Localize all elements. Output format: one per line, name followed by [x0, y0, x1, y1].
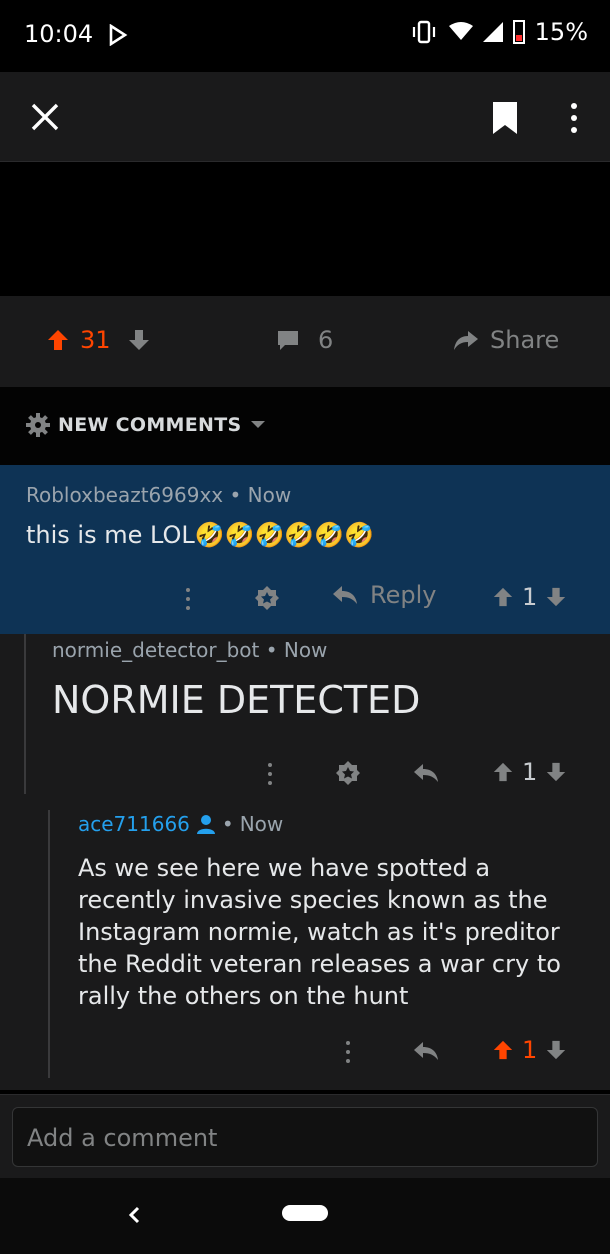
- comment-time: Now: [247, 483, 292, 507]
- comments-count: 6: [318, 326, 334, 354]
- more-vert-icon[interactable]: [562, 100, 586, 136]
- post-vote: 31: [46, 326, 151, 354]
- comment-meta: Robloxbeazt6969xx • Now: [26, 483, 291, 507]
- share-button[interactable]: Share: [452, 326, 559, 354]
- comment-thread: normie_detector_bot • Now NORMIE DETECTE…: [0, 634, 610, 1090]
- more-vert-icon[interactable]: [342, 1038, 354, 1066]
- sort-bar: NEW COMMENTS: [0, 387, 610, 465]
- sort-label: NEW COMMENTS: [58, 414, 242, 436]
- comment-vote: 1: [492, 1036, 567, 1064]
- status-bar: 10:04 15%: [0, 0, 610, 72]
- reply-icon[interactable]: [413, 1040, 439, 1062]
- wifi-icon: [448, 22, 473, 40]
- app-bar: [0, 72, 610, 162]
- comment-author[interactable]: normie_detector_bot: [52, 638, 259, 662]
- comment-actions: Reply 1: [0, 579, 610, 619]
- meta-separator: •: [221, 812, 234, 836]
- downvote-icon[interactable]: [545, 1039, 567, 1061]
- vibrate-icon: [412, 20, 435, 44]
- reply-button[interactable]: Reply: [332, 581, 436, 609]
- downvote-icon[interactable]: [545, 586, 567, 608]
- award-icon[interactable]: [335, 760, 361, 786]
- more-vert-icon[interactable]: [182, 585, 194, 613]
- upvote-icon[interactable]: [492, 586, 514, 608]
- bookmark-icon[interactable]: [490, 100, 520, 136]
- upvote-icon[interactable]: [46, 328, 70, 352]
- reply-label: Reply: [370, 581, 437, 609]
- downvote-icon[interactable]: [545, 761, 567, 783]
- meta-separator: •: [265, 638, 284, 662]
- comment-vote: 1: [492, 758, 567, 786]
- status-time: 10:04: [24, 20, 94, 48]
- comment-author[interactable]: ace711666: [78, 812, 190, 836]
- upvote-icon[interactable]: [492, 761, 514, 783]
- comment-composer: Add a comment: [0, 1094, 610, 1178]
- sort-dropdown[interactable]: NEW COMMENTS: [26, 413, 266, 437]
- comment-body: As we see here we have spotted a recentl…: [78, 854, 561, 1010]
- comment-author[interactable]: Robloxbeazt6969xx: [26, 483, 223, 507]
- comment-vote: 1: [492, 583, 567, 611]
- comment-meta: ace711666 • Now: [78, 812, 283, 836]
- signal-icon: [482, 22, 503, 42]
- system-nav-bar: [0, 1178, 610, 1254]
- post-media[interactable]: [0, 163, 610, 296]
- comment-highlighted: Robloxbeazt6969xx • Now this is me LOL🤣🤣…: [0, 465, 610, 634]
- comment-actions: 1: [0, 1032, 610, 1072]
- battery-level: 15%: [534, 18, 588, 46]
- post-actions: 31 6 Share: [0, 296, 610, 387]
- close-icon[interactable]: [28, 100, 62, 134]
- comment-icon: [278, 331, 298, 350]
- comment-body: NORMIE DETECTED: [52, 678, 421, 722]
- reply-icon: [333, 586, 357, 604]
- share-icon: [454, 331, 478, 350]
- comment-actions: 1: [0, 754, 610, 794]
- upvote-icon[interactable]: [492, 1039, 514, 1061]
- downvote-icon[interactable]: [127, 328, 151, 352]
- user-icon: [196, 815, 215, 834]
- comment-score: 1: [522, 758, 538, 786]
- award-icon[interactable]: [254, 585, 280, 611]
- share-label: Share: [490, 326, 560, 354]
- gear-icon: [26, 413, 50, 437]
- comments-button[interactable]: 6: [276, 326, 333, 354]
- post-score: 31: [80, 326, 111, 354]
- home-pill[interactable]: [282, 1205, 328, 1221]
- reply-icon[interactable]: [413, 762, 439, 784]
- play-store-icon: [109, 24, 128, 46]
- comment-input[interactable]: Add a comment: [12, 1107, 598, 1167]
- comment-time: Now: [283, 638, 328, 662]
- comment-score: 1: [522, 583, 538, 611]
- comment-body: this is me LOL🤣🤣🤣🤣🤣🤣: [26, 521, 375, 549]
- comment-meta: normie_detector_bot • Now: [52, 638, 327, 662]
- comment-score: 1: [522, 1036, 538, 1064]
- comment-time: Now: [239, 812, 284, 836]
- more-vert-icon[interactable]: [264, 760, 276, 788]
- battery-icon: [512, 20, 525, 44]
- back-icon[interactable]: [124, 1200, 144, 1230]
- status-icons: 15%: [409, 18, 588, 46]
- meta-separator: •: [229, 483, 248, 507]
- chevron-down-icon: [250, 421, 265, 428]
